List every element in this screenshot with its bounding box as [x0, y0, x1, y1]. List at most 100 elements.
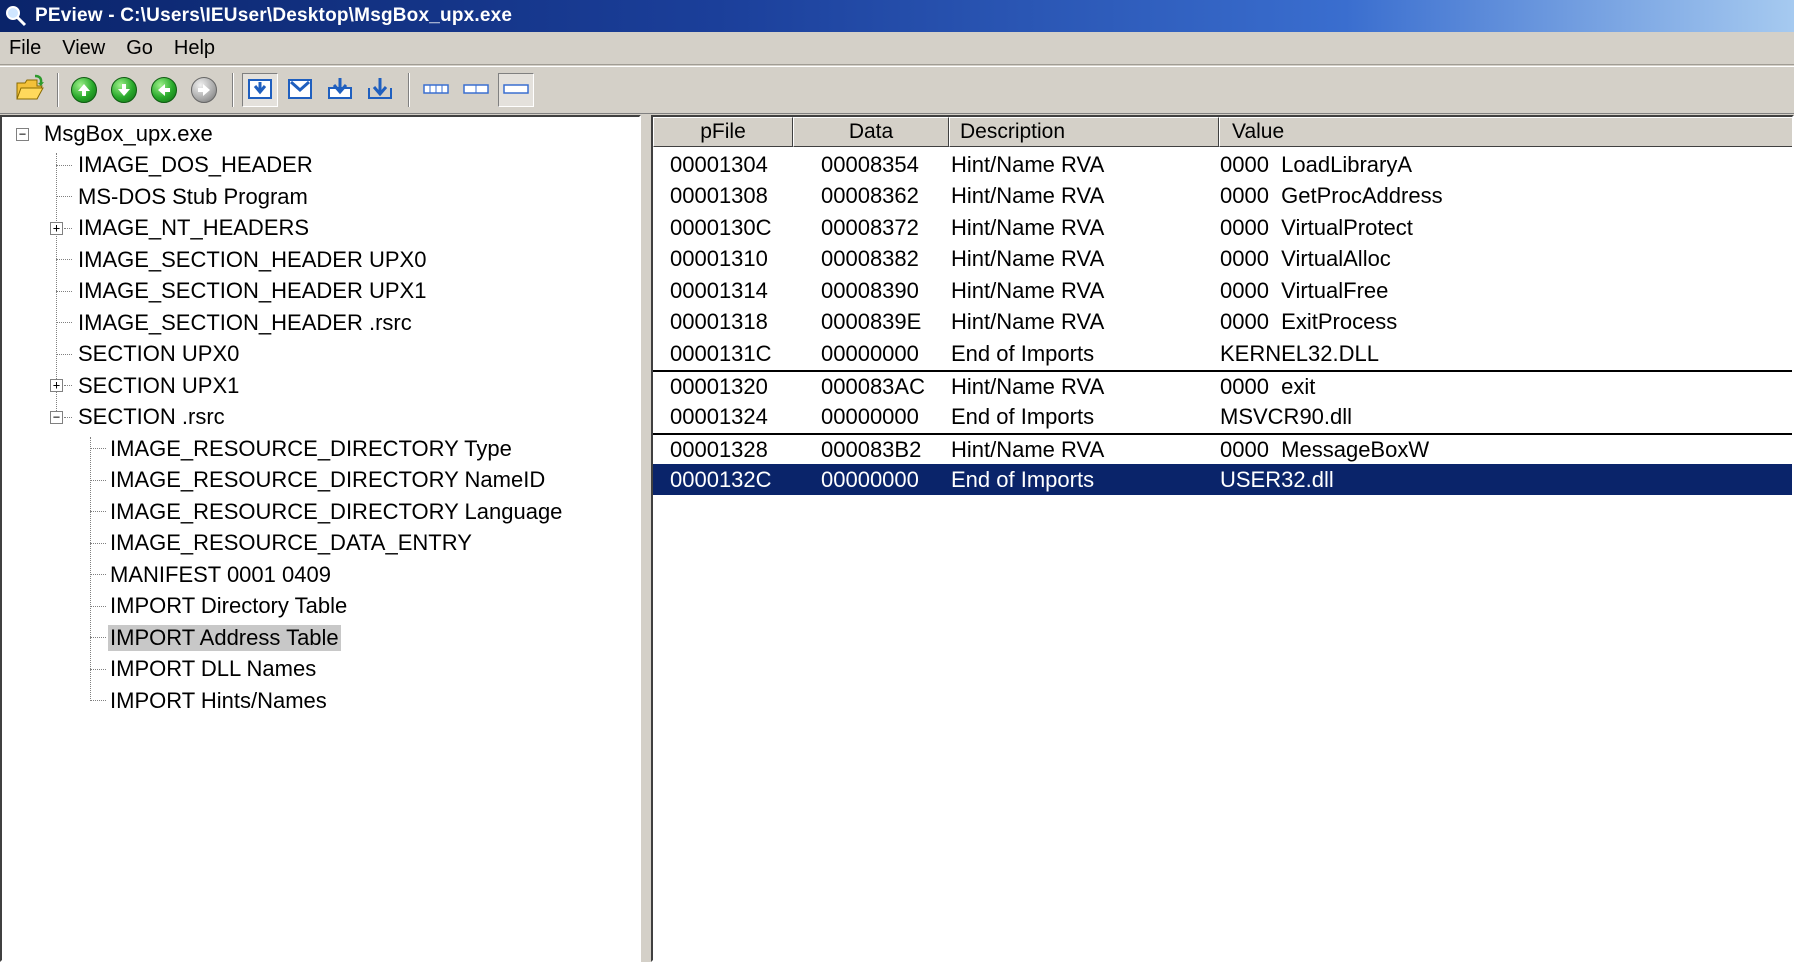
cell-description: End of Imports [951, 403, 1095, 429]
dword-view-button[interactable] [498, 73, 534, 107]
tree-item[interactable]: IMAGE_RESOURCE_DIRECTORY NameID [108, 465, 547, 495]
column-header-data[interactable]: Data [793, 117, 949, 147]
tree-item-label: IMAGE_SECTION_HEADER UPX1 [78, 278, 427, 303]
view-mode-1-icon [247, 76, 273, 104]
cell-value: 0000 GetProcAddress [1220, 183, 1443, 208]
tree-item-selected[interactable]: IMPORT Address Table [108, 623, 341, 653]
tree-item-label: IMPORT DLL Names [110, 656, 317, 681]
nav-forward-button[interactable] [186, 73, 222, 107]
menu-file[interactable]: File [0, 37, 53, 60]
cell-pfile: 00001314 [670, 277, 768, 303]
pane-splitter[interactable] [641, 115, 651, 962]
cell-description: End of Imports [951, 340, 1095, 366]
cell-description: Hint/Name RVA [951, 183, 1105, 208]
tree-item[interactable]: MS-DOS Stub Program [76, 182, 310, 212]
tree-item-label: IMPORT Address Table [108, 625, 341, 651]
table-row[interactable]: 00001318 0000839E Hint/Name RVA 0000 ExitPr… [653, 307, 1792, 338]
tree-item[interactable]: IMPORT Hints/Names [108, 686, 329, 716]
tree-item[interactable]: IMAGE_SECTION_HEADER .rsrc [76, 308, 414, 338]
cell-description: Hint/Name RVA [951, 151, 1105, 177]
tree-item[interactable]: MANIFEST 0001 0409 [108, 560, 333, 590]
arrow-right-icon [191, 77, 217, 103]
nav-back-button[interactable] [146, 73, 182, 107]
tree-item[interactable]: IMAGE_SECTION_HEADER UPX1 [76, 276, 428, 306]
tree-item[interactable]: IMAGE_SECTION_HEADER UPX0 [76, 245, 428, 275]
tree-item[interactable]: IMPORT DLL Names [108, 654, 318, 684]
dword-view-icon [503, 81, 529, 100]
table-row[interactable]: 00001324 00000000 End of Imports MSVCR90.dl… [653, 401, 1792, 432]
cell-value: 0000 VirtualProtect [1220, 214, 1413, 240]
cell-value: 0000 exit [1220, 374, 1316, 399]
cell-pfile: 0000130C [670, 214, 772, 240]
word-view-button[interactable] [458, 73, 494, 107]
open-button[interactable] [12, 73, 48, 107]
title-bar[interactable]: PEview - C:\Users\IEUser\Desktop\MsgBox_… [0, 0, 1794, 32]
table-row-selected[interactable]: 0000132C 00000000 End of Imports USER32.dll [653, 464, 1792, 495]
cell-description: Hint/Name RVA [951, 374, 1105, 399]
column-header-value[interactable]: Value [1219, 117, 1792, 147]
tree-item[interactable]: IMAGE_RESOURCE_DATA_ENTRY [108, 528, 474, 558]
table-row[interactable]: 00001314 00008390 Hint/Name RVA 0000 Virtua… [653, 275, 1792, 306]
tree-item-label: IMAGE_RESOURCE_DIRECTORY NameID [110, 467, 546, 492]
cell-pfile: 00001324 [670, 403, 768, 429]
tree-item-label: MS-DOS Stub Program [78, 184, 308, 209]
collapse-rsrc-toggle[interactable]: − [50, 411, 63, 424]
tree-item-label: IMPORT Directory Table [110, 593, 348, 618]
cell-value: USER32.dll [1220, 466, 1334, 492]
cell-value: MSVCR90.dll [1220, 403, 1353, 429]
table-row[interactable]: 00001320 000083AC Hint/Name RVA 0000 exit [653, 369, 1792, 401]
table-row[interactable]: 0000131C 00000000 End of Imports KERNEL32.D… [653, 338, 1792, 369]
magnifier-icon [5, 5, 27, 27]
arrow-left-icon [151, 77, 177, 103]
view-mode-4-button[interactable] [362, 73, 398, 107]
table-row[interactable]: 00001328 000083B2 Hint/Name RVA 0000 Messag… [653, 432, 1792, 464]
cell-pfile: 00001310 [670, 246, 768, 271]
column-header-row: pFile Data Description Value [653, 117, 1792, 147]
open-folder-icon [15, 74, 45, 106]
view-mode-3-button[interactable] [322, 73, 358, 107]
menu-go[interactable]: Go [117, 37, 165, 60]
cell-pfile: 00001328 [670, 437, 768, 462]
arrow-up-icon [71, 77, 97, 103]
cell-description: Hint/Name RVA [951, 437, 1105, 462]
expand-nt-headers-toggle[interactable]: + [50, 222, 63, 235]
window-title: PEview - C:\Users\IEUser\Desktop\MsgBox_… [35, 5, 513, 26]
tree-item-label: IMAGE_RESOURCE_DIRECTORY Language [110, 499, 563, 524]
table-row[interactable]: 00001310 00008382 Hint/Name RVA 0000 Virtua… [653, 244, 1792, 275]
column-header-pfile[interactable]: pFile [653, 117, 793, 147]
nav-up-button[interactable] [66, 73, 102, 107]
table-row[interactable]: 0000130C 00008372 Hint/Name RVA 0000 Virtua… [653, 212, 1792, 243]
tree-item[interactable]: IMAGE_NT_HEADERS [76, 213, 311, 243]
expand-upx1-toggle[interactable]: + [50, 379, 63, 392]
cell-pfile: 0000131C [670, 340, 772, 366]
cell-data: 00008354 [821, 151, 919, 177]
collapse-root-toggle[interactable]: − [16, 128, 29, 141]
view-mode-2-button[interactable] [282, 73, 318, 107]
tree-item[interactable]: IMAGE_RESOURCE_DIRECTORY Language [108, 497, 564, 527]
tree-item[interactable]: SECTION UPX0 [76, 339, 241, 369]
tree-item-label: IMAGE_SECTION_HEADER UPX0 [78, 247, 427, 272]
tree-item-root[interactable]: MsgBox_upx.exe [42, 119, 215, 149]
list-pane[interactable]: pFile Data Description Value 00001304 000… [651, 115, 1794, 962]
cell-data: 00008390 [821, 277, 919, 303]
tree-item[interactable]: SECTION UPX1 [76, 371, 241, 401]
tree-item[interactable]: IMAGE_RESOURCE_DIRECTORY Type [108, 434, 514, 464]
menu-bar: File View Go Help [0, 32, 1794, 65]
table-row[interactable]: 00001304 00008354 Hint/Name RVA 0000 LoadLi… [653, 149, 1792, 180]
tree-item-label: IMAGE_RESOURCE_DIRECTORY Type [110, 436, 512, 461]
column-header-description[interactable]: Description [949, 117, 1219, 147]
menu-help[interactable]: Help [165, 37, 227, 60]
tree-item-label: IMAGE_NT_HEADERS [78, 215, 310, 240]
tree-item-label: IMAGE_RESOURCE_DATA_ENTRY [110, 530, 472, 555]
tree-item[interactable]: IMAGE_DOS_HEADER [76, 150, 315, 180]
tree-item-label: SECTION UPX1 [78, 373, 240, 398]
nav-down-button[interactable] [106, 73, 142, 107]
tree-item[interactable]: IMPORT Directory Table [108, 591, 349, 621]
tree-pane[interactable]: − + + − MsgBox_upx.exe IMAGE_DOS_HEADER … [0, 115, 641, 962]
byte-view-button[interactable] [418, 73, 454, 107]
tree-item[interactable]: SECTION .rsrc [76, 402, 227, 432]
view-mode-1-button[interactable] [242, 73, 278, 107]
menu-view[interactable]: View [53, 37, 117, 60]
cell-data: 00008362 [821, 183, 919, 208]
table-row[interactable]: 00001308 00008362 Hint/Name RVA 0000 GetPro… [653, 181, 1792, 212]
